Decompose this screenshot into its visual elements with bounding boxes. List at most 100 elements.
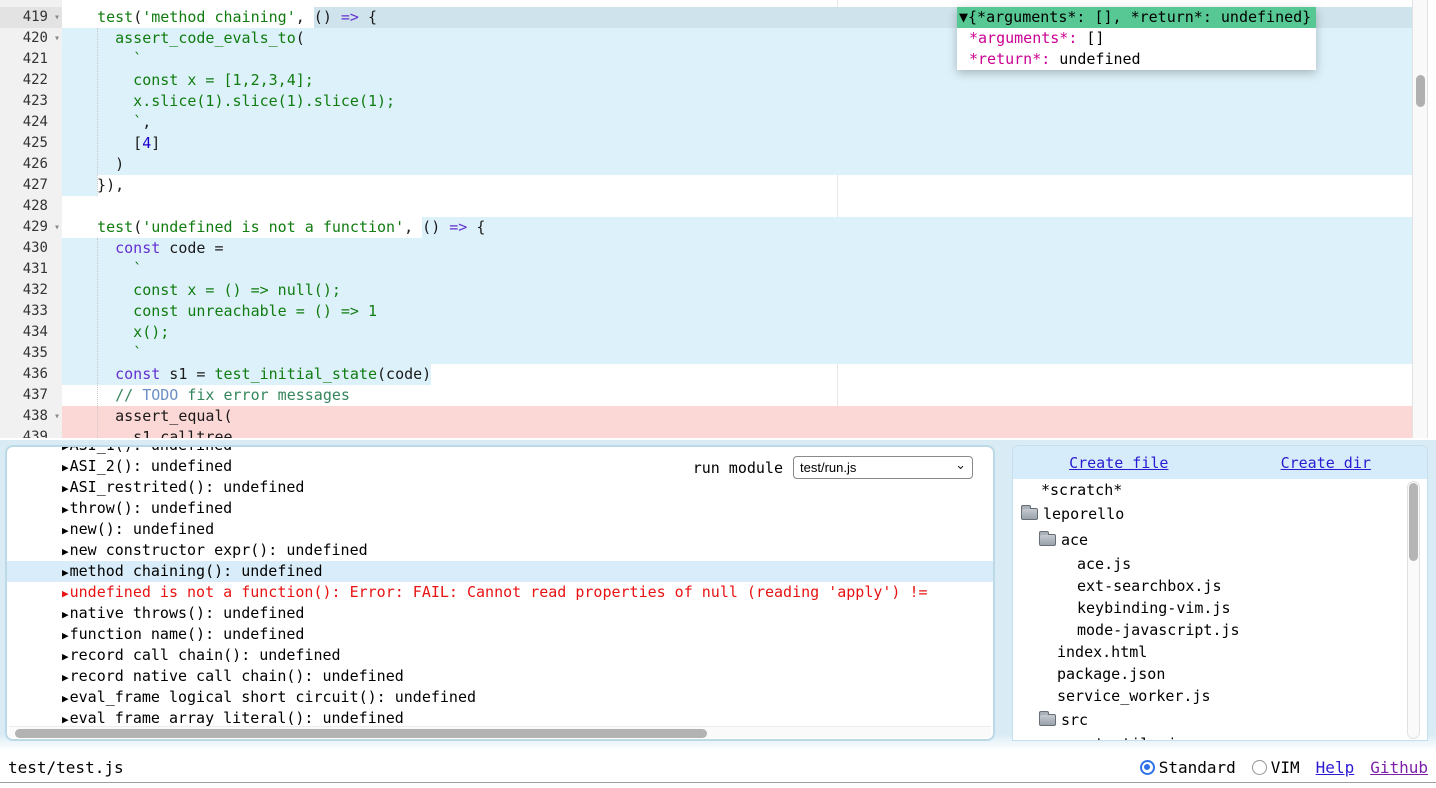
code-line[interactable]: // TODO fix error messages [62, 385, 1412, 406]
calltree-item[interactable]: ▶method chaining(): undefined [7, 561, 993, 582]
editor-line[interactable]: 433 const unreachable = () => 1 [0, 301, 1412, 322]
file-tree-item-label: *scratch* [1041, 481, 1122, 499]
line-number: 434 [23, 324, 48, 340]
code-line[interactable]: `, [62, 112, 1412, 133]
code-line[interactable]: s1.calltree [62, 427, 1412, 438]
code-line[interactable]: const x = () => null(); [62, 280, 1412, 301]
expand-triangle-icon[interactable]: ▶ [62, 461, 69, 474]
expand-triangle-icon[interactable]: ▶ [62, 650, 69, 663]
code-editor[interactable]: 419▾ test('method chaining', () => {420▾… [0, 0, 1436, 438]
code-text: test('method chaining', () => { [79, 8, 377, 26]
fold-marker-icon[interactable]: ▾ [54, 406, 60, 427]
editor-line[interactable]: 423 x.slice(1).slice(1).slice(1); [0, 91, 1412, 112]
code-line[interactable]: x(); [62, 322, 1412, 343]
editor-line[interactable]: 434 x(); [0, 322, 1412, 343]
calltree-item[interactable]: ▶new(): undefined [7, 519, 993, 540]
code-line[interactable]: [4] [62, 133, 1412, 154]
expand-triangle-icon[interactable]: ▶ [62, 566, 69, 579]
tooltip-header[interactable]: ▼{*arguments*: [], *return*: undefined} [957, 7, 1316, 28]
file-tree-item[interactable]: keybinding-vim.js [1013, 597, 1427, 619]
code-line[interactable]: const code = [62, 238, 1412, 259]
standard-mode-radio[interactable]: Standard [1140, 758, 1236, 777]
calltree-hscrollbar-thumb[interactable] [15, 729, 707, 738]
expand-triangle-icon[interactable]: ▶ [62, 692, 69, 705]
editor-scrollbar-thumb[interactable] [1416, 75, 1425, 107]
editor-line[interactable]: 425 [4] [0, 133, 1412, 154]
run-module-select[interactable]: test/run.js ⌄ [793, 456, 973, 479]
calltree-item[interactable]: ▶eval_frame logical short circuit(): und… [7, 687, 993, 708]
calltree-item[interactable]: ▶ASI_restrited(): undefined [7, 477, 993, 498]
editor-line[interactable]: 435 ` [0, 343, 1412, 364]
code-line[interactable]: const x = [1,2,3,4]; [62, 70, 1412, 91]
code-line[interactable]: x.slice(1).slice(1).slice(1); [62, 91, 1412, 112]
code-token: assert_code_evals_to [115, 29, 296, 47]
editor-line[interactable]: 439 s1.calltree [0, 427, 1412, 438]
editor-line[interactable]: 429▾ test('undefined is not a function',… [0, 217, 1412, 238]
editor-line[interactable]: 422 const x = [1,2,3,4]; [0, 70, 1412, 91]
fold-marker-icon[interactable]: ▾ [54, 217, 60, 238]
expand-triangle-icon[interactable]: ▶ [62, 629, 69, 642]
editor-line[interactable]: 432 const x = () => null(); [0, 280, 1412, 301]
calltree-item[interactable]: ▶undefined is not a function(): Error: F… [7, 582, 993, 603]
expand-triangle-icon[interactable]: ▶ [62, 545, 69, 558]
code-line[interactable]: assert_equal( [62, 406, 1412, 427]
code-line[interactable]: ` [62, 343, 1412, 364]
code-text: const x = () => null(); [79, 281, 341, 299]
editor-line[interactable]: 436 const s1 = test_initial_state(code) [0, 364, 1412, 385]
calltree-item[interactable]: ▶ASI_1(): undefined [7, 445, 993, 456]
editor-line[interactable]: 431 ` [0, 259, 1412, 280]
file-tree-item[interactable]: index.html [1013, 641, 1427, 663]
calltree-item[interactable]: ▶throw(): undefined [7, 498, 993, 519]
calltree-item[interactable]: ▶native throws(): undefined [7, 603, 993, 624]
code-line[interactable]: test('undefined is not a function', () =… [62, 217, 1412, 238]
code-token: x.slice(1).slice(1).slice(1); [79, 92, 395, 110]
vim-mode-radio[interactable]: VIM [1252, 758, 1300, 777]
calltree-item[interactable]: ▶record call chain(): undefined [7, 645, 993, 666]
code-line[interactable] [62, 196, 1412, 217]
file-tree-item[interactable]: package.json [1013, 663, 1427, 685]
file-tree-item[interactable]: mode-javascript.js [1013, 619, 1427, 641]
fold-marker-icon[interactable]: ▾ [54, 28, 60, 49]
code-token: const x = () => null(); [79, 281, 341, 299]
editor-line[interactable]: 426 ) [0, 154, 1412, 175]
file-tree-item[interactable]: ace [1013, 527, 1427, 553]
editor-line[interactable]: 424 `, [0, 112, 1412, 133]
file-tree-item[interactable]: ace.js [1013, 553, 1427, 575]
expand-triangle-icon[interactable]: ▶ [62, 713, 69, 726]
help-link[interactable]: Help [1316, 758, 1355, 777]
calltree-item[interactable]: ▶new constructor expr(): undefined [7, 540, 993, 561]
expand-triangle-icon[interactable]: ▶ [62, 503, 69, 516]
calltree-item[interactable]: ▶function name(): undefined [7, 624, 993, 645]
code-line[interactable]: }), [62, 175, 1412, 196]
files-panel: Create file Create dir *scratch* leporell… [1012, 445, 1428, 741]
code-line[interactable]: const s1 = test_initial_state(code) [62, 364, 1412, 385]
expand-triangle-icon[interactable]: ▶ [62, 671, 69, 684]
editor-line[interactable]: 427 }), [0, 175, 1412, 196]
file-tree-item[interactable]: leporello [1013, 501, 1427, 527]
editor-line[interactable]: 438▾ assert_equal( [0, 406, 1412, 427]
expand-triangle-icon[interactable]: ▶ [62, 524, 69, 537]
code-line[interactable]: ` [62, 259, 1412, 280]
create-file-link[interactable]: Create file [1069, 454, 1168, 472]
editor-line[interactable]: 430 const code = [0, 238, 1412, 259]
expand-triangle-icon[interactable]: ▶ [62, 608, 69, 621]
code-line[interactable]: const unreachable = () => 1 [62, 301, 1412, 322]
expand-triangle-icon[interactable]: ▶ [62, 587, 69, 600]
fold-marker-icon[interactable]: ▾ [54, 7, 60, 28]
calltree-item-label: undefined is not a function(): Error: FA… [70, 583, 928, 601]
github-link[interactable]: Github [1370, 758, 1428, 777]
editor-line[interactable]: 428 [0, 196, 1412, 217]
file-tree-item[interactable]: ext-searchbox.js [1013, 575, 1427, 597]
file-tree-item[interactable]: src [1013, 707, 1427, 733]
editor-line[interactable]: 437 // TODO fix error messages [0, 385, 1412, 406]
expand-triangle-icon[interactable]: ▶ [62, 482, 69, 495]
file-tree-item[interactable]: *scratch* [1013, 479, 1427, 501]
code-line[interactable]: ) [62, 154, 1412, 175]
file-tree-item[interactable]: ast_utils.js [1013, 733, 1427, 741]
file-tree-item[interactable]: service_worker.js [1013, 685, 1427, 707]
code-token: s1 = [160, 365, 214, 383]
expand-triangle-icon[interactable]: ▶ [62, 445, 69, 453]
calltree-item[interactable]: ▶record native call chain(): undefined [7, 666, 993, 687]
create-dir-link[interactable]: Create dir [1281, 454, 1371, 472]
file-tree-scrollbar-thumb[interactable] [1409, 483, 1418, 561]
